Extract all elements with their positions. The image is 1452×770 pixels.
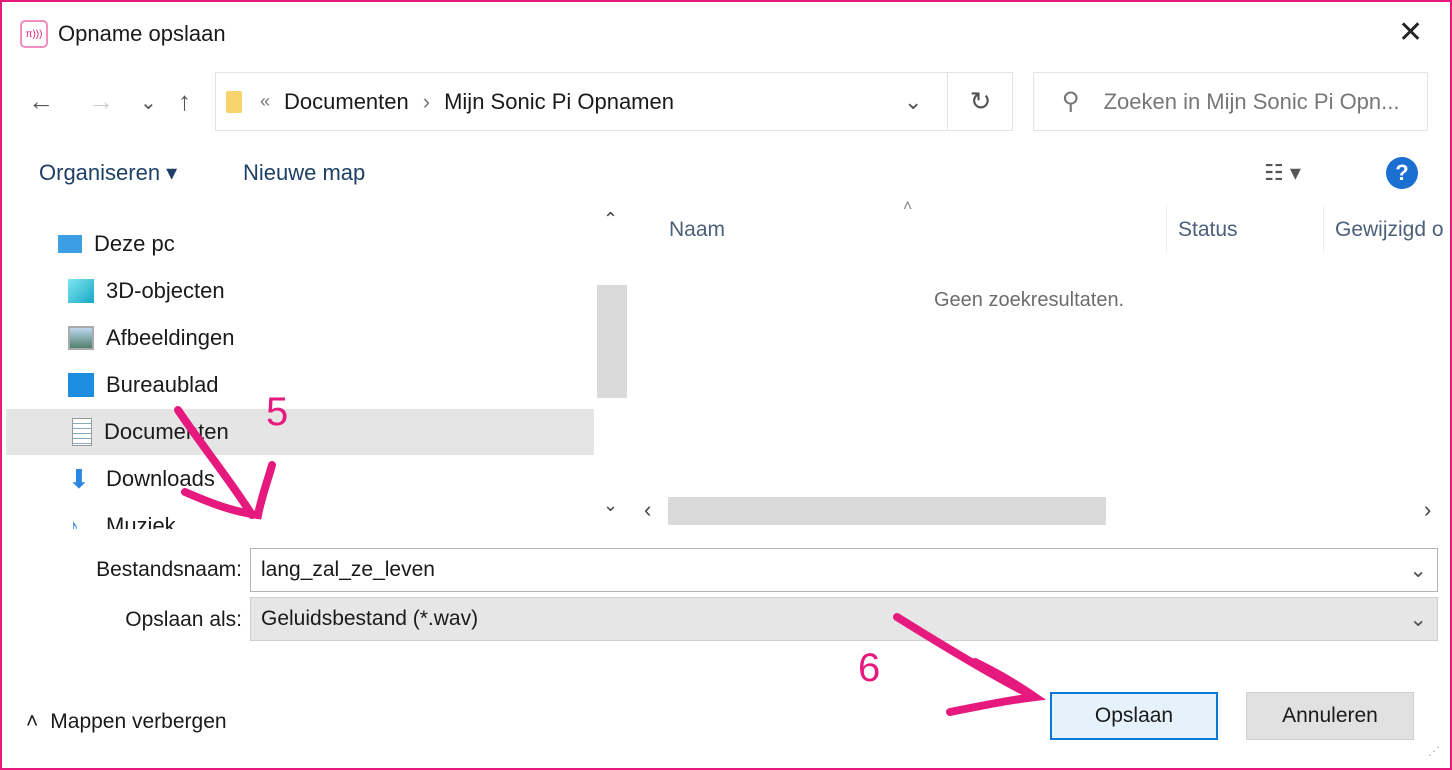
pictures-icon [68,326,94,350]
back-button[interactable]: ← [28,86,54,117]
scroll-down-icon[interactable]: ⌄ [603,495,618,516]
sidebar-item-label: Documenten [104,419,229,444]
music-icon: ♪ [68,514,79,529]
search-icon: ⚲ [1062,88,1080,115]
sidebar-item-muziek[interactable]: ♪ Muziek [6,503,594,529]
documents-icon [72,418,92,446]
address-dropdown-icon[interactable]: ⌄ [904,89,922,115]
view-options-button[interactable]: ☷ ▾ [1264,160,1301,186]
column-header-status[interactable]: Status [1178,218,1238,242]
cancel-button[interactable]: Annuleren [1246,692,1414,740]
scroll-up-icon[interactable]: ⌃ [603,209,618,230]
column-divider[interactable] [1166,205,1167,253]
search-placeholder: Zoeken in Mijn Sonic Pi Opn... [1103,88,1400,114]
forward-button[interactable]: → [88,86,114,117]
filename-value: lang_zal_ze_leven [261,558,435,581]
column-header-name[interactable]: Naam [669,218,725,242]
step-5-label: 5 [266,390,289,434]
scrollbar-thumb[interactable] [668,497,1106,525]
sidebar-item-label: Deze pc [94,231,175,256]
chevron-down-icon[interactable]: ⌄ [1409,607,1427,632]
address-bar[interactable]: « Documenten › Mijn Sonic Pi Opnamen ⌄ [215,72,1013,131]
type-value: Geluidsbestand (*.wav) [261,607,479,630]
sidebar-item-3d-objecten[interactable]: 3D-objecten [6,268,594,314]
filename-label: Bestandsnaam: [96,558,242,581]
new-folder-button[interactable]: Nieuwe map [243,160,365,186]
overflow-chevron[interactable]: « [260,91,270,112]
breadcrumb-documenten[interactable]: Documenten [284,89,409,115]
desktop-icon [68,373,94,397]
window-title: Opname opslaan [58,21,226,46]
help-icon[interactable]: ? [1386,157,1418,189]
breadcrumb-separator[interactable]: › [423,89,430,115]
organize-button[interactable]: Organiseren ▾ [39,160,177,186]
save-button[interactable]: Opslaan [1050,692,1218,740]
up-button[interactable]: ↑ [178,86,191,117]
sidebar-item-label: Afbeeldingen [106,325,235,350]
scrollbar-thumb[interactable] [597,285,627,398]
chevron-up-icon: ˄ [26,710,39,733]
column-divider[interactable] [1323,205,1324,253]
chevron-down-icon[interactable]: ⌄ [1409,558,1427,583]
recent-locations-button[interactable]: ⌄ [140,90,157,115]
sidebar-item-documenten[interactable]: Documenten [6,409,594,455]
close-button[interactable]: ✕ [1398,18,1423,48]
sort-ascending-icon: ˄ [903,198,913,215]
refresh-button[interactable]: ↻ [947,72,1013,131]
empty-message: Geen zoekresultaten. [934,289,1125,311]
step-6-label: 6 [858,646,881,690]
save-as-type-select[interactable]: Geluidsbestand (*.wav) ⌄ [250,597,1438,641]
resize-grip-icon[interactable]: ⋰ [1428,744,1440,758]
filename-input[interactable]: lang_zal_ze_leven ⌄ [250,548,1438,592]
hide-folders-label: Mappen verbergen [50,710,227,733]
sidebar-item-label: 3D-objecten [106,278,225,303]
scroll-left-icon[interactable]: ‹ [644,497,651,523]
sidebar-item-label: Muziek [106,513,176,529]
download-icon: ⬇ [68,464,90,494]
sidebar-item-label: Bureaublad [106,372,219,397]
search-input[interactable]: ⚲ Zoeken in Mijn Sonic Pi Opn... [1033,72,1428,131]
computer-icon [58,235,82,253]
sonic-pi-icon: π))) [20,20,48,48]
sidebar-scrollbar[interactable]: ⌃ ⌄ [597,205,627,530]
folder-icon [226,90,242,113]
hide-folders-button[interactable]: ˄ Mappen verbergen [26,710,227,734]
breadcrumb-current[interactable]: Mijn Sonic Pi Opnamen [444,89,674,115]
scroll-right-icon[interactable]: › [1424,497,1431,523]
sidebar-item-afbeeldingen[interactable]: Afbeeldingen [6,315,594,361]
column-header-modified[interactable]: Gewijzigd o [1335,218,1444,242]
sidebar-item-downloads[interactable]: ⬇ Downloads [6,456,594,502]
sidebar-item-deze-pc[interactable]: Deze pc [6,221,594,267]
sidebar-item-label: Downloads [106,466,215,491]
sidebar-item-bureaublad[interactable]: Bureaublad [6,362,594,408]
horizontal-scrollbar[interactable]: ‹ › [640,497,1450,525]
cube-icon [68,279,94,303]
save-as-type-label: Opslaan als: [125,608,242,631]
